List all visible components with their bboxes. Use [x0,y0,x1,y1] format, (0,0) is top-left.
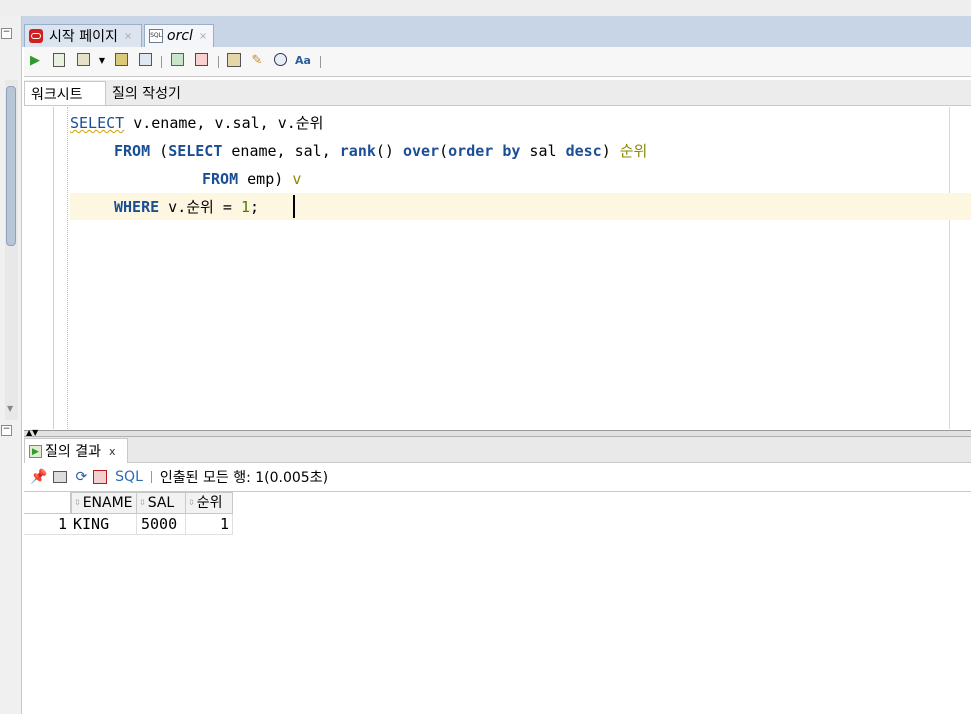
rollback-icon[interactable] [193,53,209,69]
code-text: () [375,142,403,160]
code-text: ; [249,198,260,216]
splitter-arrows-icon[interactable]: ▲▼ [26,429,38,437]
tab-query-result[interactable]: ▶ 질의 결과 x [24,438,128,463]
sql-keyword: SELECT [168,142,223,160]
toolbar-separator [150,471,152,483]
table-cell-rank[interactable]: 1 [185,514,233,535]
results-tab-bar [24,437,971,463]
tab-label: orcl [167,28,193,44]
code-line-1[interactable]: SELECT v.ename, v.sal, v.순위 [70,113,323,133]
sort-icon[interactable]: ⇳ [188,499,195,507]
column-header-rank[interactable]: ⇳ 순위 [185,492,233,514]
sql-keyword: rank [339,142,376,160]
row-number: 1 [24,514,71,535]
oracle-logo-icon [29,29,43,43]
commit-icon[interactable] [169,53,185,69]
column-header-label: SAL [147,495,175,511]
minimize-panel-icon[interactable]: − [1,28,12,39]
sql-keyword: over [403,142,440,160]
results-toolbar: 📌 ⟳ SQL 인출된 모든 행: 1(0.005초) [24,463,971,492]
toolbar-separator [161,56,162,68]
minimize-panel-icon-lower[interactable]: − [1,425,12,436]
refresh-icon[interactable]: ⟳ [75,469,87,485]
code-line-4[interactable]: WHERE v.순위 = 1; [114,197,259,217]
run-script-icon[interactable] [51,53,67,69]
sql-keyword: WHERE [114,198,160,216]
fold-guide [67,107,68,429]
code-text: ( [150,142,169,160]
explain-plan-icon[interactable] [113,53,129,69]
sql-keyword: desc [565,142,602,160]
sql-file-icon: SQL [149,29,163,43]
worksheet-toolbar [24,47,971,77]
close-icon[interactable]: × [199,31,207,42]
window-top-strip [0,0,971,16]
cancel-query-icon[interactable] [93,470,108,484]
code-text: sal [520,142,566,160]
code-text: ename, sal, [222,142,340,160]
scroll-down-arrow-icon[interactable]: ▼ [7,404,13,413]
tab-query-builder[interactable]: 질의 작성기 [106,81,196,105]
sort-icon[interactable]: ⇳ [74,499,81,507]
sql-keyword: FROM [114,142,151,160]
row-number-header [24,492,71,514]
text-caret [293,195,295,218]
sort-icon[interactable]: ⇳ [139,499,146,507]
code-text: emp) [238,170,293,188]
unshared-sql-icon[interactable] [226,53,242,69]
tab-worksheet-label: 워크시트 [31,86,83,103]
sql-keyword: by [502,142,521,160]
run-statement-icon[interactable]: ▶ [27,53,43,69]
sql-keyword: FROM [202,170,239,188]
tab-label: 질의 결과 [45,444,101,460]
toolbar-separator [320,56,321,68]
close-icon[interactable]: x [109,445,116,458]
sql-link[interactable]: SQL [115,469,143,485]
code-text: v.ename, v.sal, v.순위 [124,114,324,132]
column-header-label: ENAME [82,495,133,511]
left-scrollbar-thumb[interactable] [6,86,16,246]
column-header-ename[interactable]: ⇳ ENAME [71,492,137,514]
editor-line-gutter [24,107,54,429]
history-icon[interactable] [272,53,288,69]
close-icon[interactable]: × [124,31,132,42]
number-literal: 1 [240,198,250,216]
autotrace-icon[interactable] [75,53,91,69]
dropdown-icon[interactable]: ▼ [94,53,110,69]
tab-label: 시작 페이지 [49,29,118,45]
code-line-2[interactable]: FROM (SELECT ename, sal, rank() over(ord… [114,141,647,161]
clear-icon[interactable]: ✎ [249,53,265,69]
toolbar-separator [218,56,219,68]
query-result-icon: ▶ [29,444,42,458]
print-icon[interactable] [53,471,68,483]
table-alias: v [292,170,302,188]
format-icon[interactable]: Aa [295,53,311,69]
sql-keyword: SELECT [70,114,125,132]
table-cell-sal[interactable]: 5000 [136,514,186,535]
tab-worksheet[interactable]: 워크시트 [24,81,106,105]
tab-start-page[interactable]: 시작 페이지 × [24,24,142,47]
column-header-label: 순위 [196,495,223,511]
tab-query-builder-label: 질의 작성기 [112,86,181,102]
pin-icon[interactable]: 📌 [30,469,47,485]
code-line-3[interactable]: FROM emp) v [202,169,301,189]
column-alias: 순위 [619,142,648,160]
code-text: ) [601,142,620,160]
code-text: ( [439,142,449,160]
column-header-sal[interactable]: ⇳ SAL [136,492,186,514]
sql-tuning-icon[interactable] [137,53,153,69]
sql-keyword: order [448,142,494,160]
tab-orcl[interactable]: SQL orcl × [144,24,214,47]
right-margin-line [949,107,950,429]
fetch-status: 인출된 모든 행: 1(0.005초) [159,470,329,486]
code-text: v.순위 = [159,198,241,216]
table-cell-ename[interactable]: KING [71,514,137,535]
